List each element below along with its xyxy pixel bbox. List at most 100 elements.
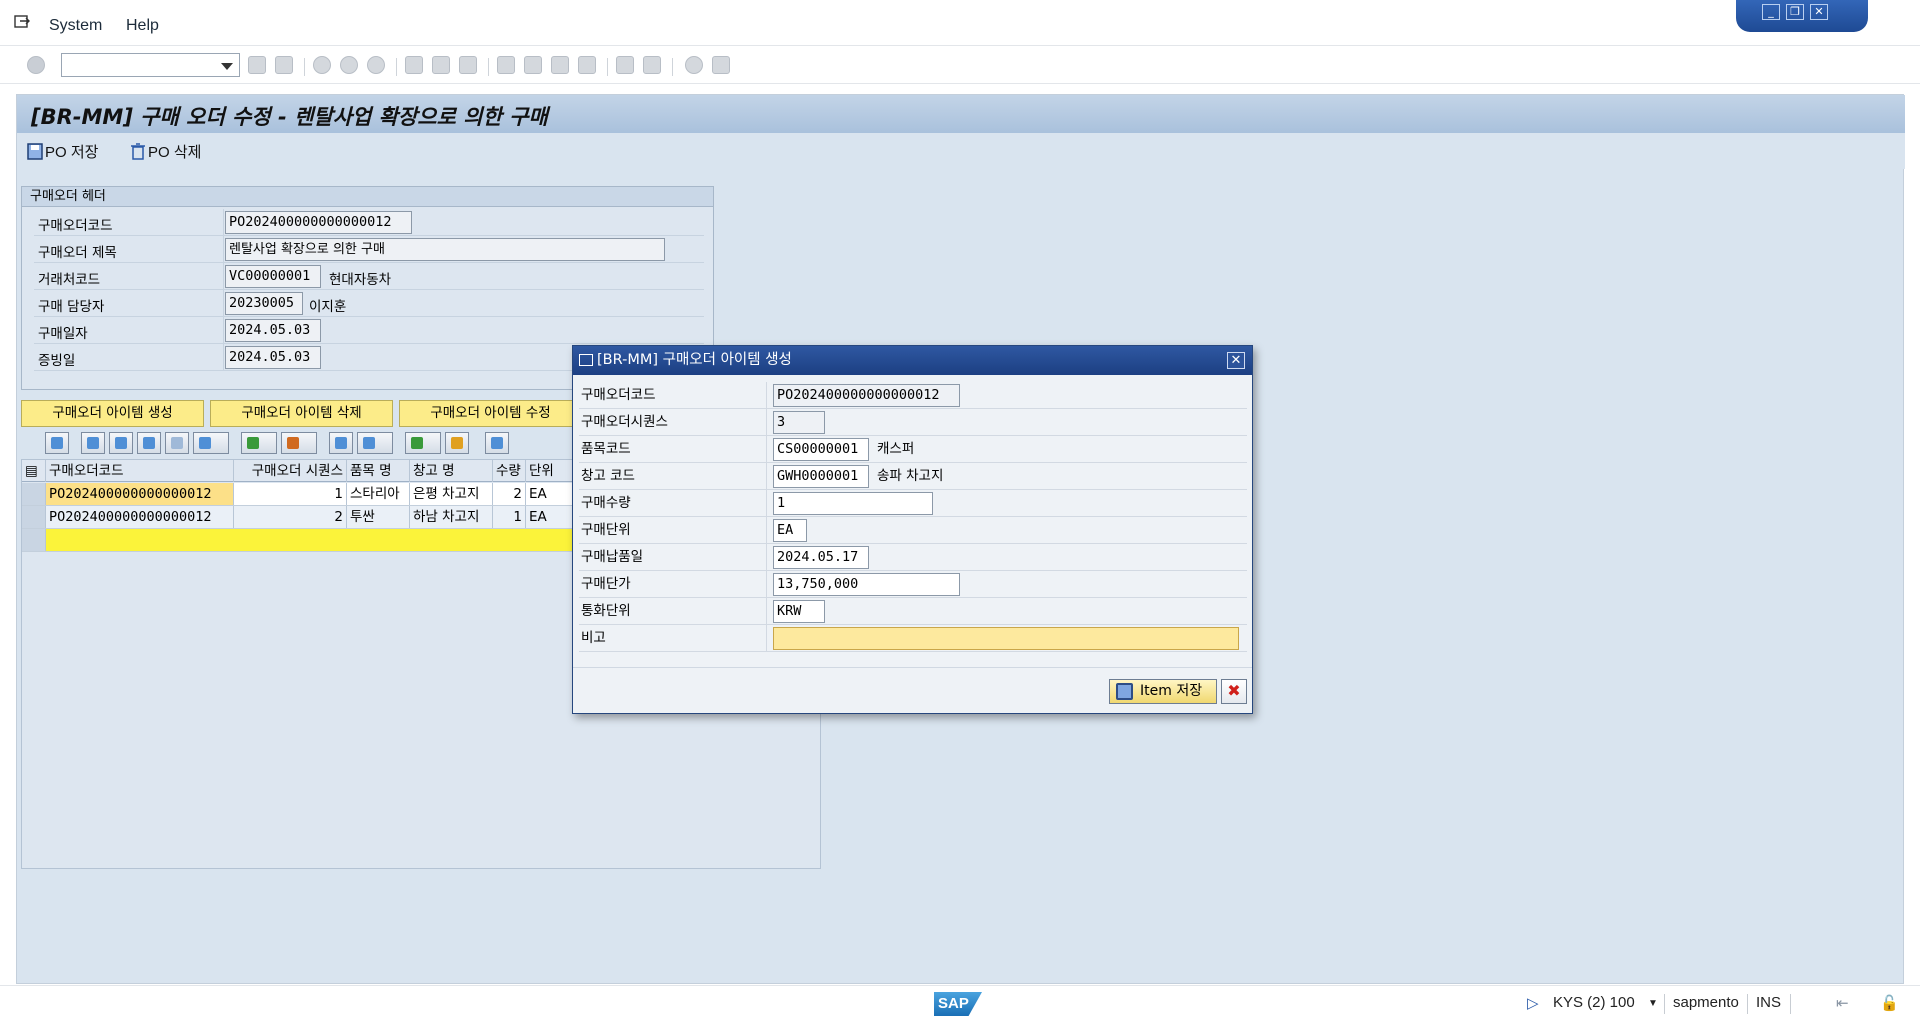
minimize-button[interactable]: _ bbox=[1762, 4, 1780, 20]
restore-button[interactable]: ❐ bbox=[1786, 4, 1804, 20]
po-delete-button[interactable]: PO 삭제 bbox=[130, 141, 201, 162]
info-icon[interactable] bbox=[485, 432, 509, 454]
currency-input[interactable]: KRW bbox=[773, 600, 825, 623]
last-page-icon[interactable] bbox=[578, 56, 598, 76]
back-icon[interactable] bbox=[248, 56, 268, 76]
grid-col-header[interactable]: 수량 bbox=[493, 460, 526, 482]
layout-icon[interactable] bbox=[712, 56, 732, 76]
grid-empty-row[interactable] bbox=[46, 529, 582, 551]
quantity-input[interactable]: 1 bbox=[773, 492, 933, 515]
print-icon[interactable] bbox=[405, 56, 425, 76]
create-item-button[interactable]: 구매오더 아이템 생성 bbox=[21, 400, 204, 427]
chevron-down-icon[interactable]: ▼ bbox=[1648, 998, 1658, 1009]
sum-icon[interactable] bbox=[241, 432, 277, 454]
field-row: 구매오더 제목 렌탈사업 확장으로 의한 구매 bbox=[34, 236, 704, 263]
grid-cell[interactable]: 2 bbox=[493, 483, 526, 505]
first-page-icon[interactable] bbox=[497, 56, 517, 76]
back-nav-icon[interactable] bbox=[313, 56, 333, 76]
details-icon[interactable] bbox=[45, 432, 69, 454]
enter-check-icon[interactable] bbox=[27, 56, 47, 76]
grid-cell[interactable]: 투싼 bbox=[347, 506, 410, 528]
doc-date-field[interactable]: 2024.05.03 bbox=[225, 346, 321, 369]
grid-col-header[interactable]: 품목 명 bbox=[347, 460, 410, 482]
grid-col-header[interactable]: 구매오더 시퀀스 bbox=[234, 460, 347, 482]
dialog-body: 구매오더코드 PO202400000000000012 구매오더시퀀스 3 품목… bbox=[579, 382, 1247, 660]
remarks-input[interactable] bbox=[773, 627, 1239, 650]
close-window-button[interactable]: ✕ bbox=[1810, 4, 1828, 20]
po-code-input[interactable]: PO202400000000000012 bbox=[773, 384, 960, 407]
po-title-field[interactable]: 렌탈사업 확장으로 의한 구매 bbox=[225, 238, 665, 261]
print-preview-icon[interactable] bbox=[329, 432, 353, 454]
cancel-icon[interactable] bbox=[367, 56, 387, 76]
lock-icon[interactable]: 🔓 bbox=[1880, 994, 1899, 1012]
insert-mode[interactable]: INS bbox=[1756, 994, 1781, 1011]
session-info[interactable]: KYS (2) 100 bbox=[1553, 994, 1635, 1011]
po-date-field[interactable]: 2024.05.03 bbox=[225, 319, 321, 342]
dialog-field-label: 창고 코드 bbox=[579, 463, 767, 489]
po-save-button[interactable]: PO 저장 bbox=[27, 141, 98, 162]
table-row[interactable]: PO202400000000000012 2 투싼 하남 차고지 1 EA bbox=[22, 506, 582, 529]
grid-cell[interactable]: PO202400000000000012 bbox=[46, 506, 234, 528]
grid-cell[interactable]: 스타리아 bbox=[347, 483, 410, 505]
layout-icon[interactable]: ⇤ bbox=[1836, 994, 1849, 1012]
chevron-down-icon[interactable] bbox=[221, 63, 233, 70]
grid-cell[interactable]: 2 bbox=[234, 506, 347, 528]
unit-price-input[interactable]: 13,750,000 bbox=[773, 573, 960, 596]
delivery-date-input[interactable]: 2024.05.17 bbox=[773, 546, 869, 569]
delete-item-button[interactable]: 구매오더 아이템 삭제 bbox=[210, 400, 393, 427]
grid-col-header[interactable]: 구매오더코드 bbox=[46, 460, 234, 482]
app-menu-icon[interactable] bbox=[14, 14, 32, 30]
find-icon[interactable] bbox=[432, 56, 452, 76]
sort-desc-icon[interactable] bbox=[109, 432, 133, 454]
item-save-button[interactable]: Item 저장 bbox=[1109, 679, 1217, 704]
shortcut-icon[interactable] bbox=[643, 56, 663, 76]
grid-col-header[interactable]: 창고 명 bbox=[410, 460, 493, 482]
help-icon[interactable] bbox=[685, 56, 705, 76]
save-icon[interactable] bbox=[275, 56, 295, 76]
select-all-icon[interactable]: ▤ bbox=[22, 460, 46, 482]
grid-cell[interactable]: 1 bbox=[234, 483, 347, 505]
views-icon[interactable] bbox=[357, 432, 393, 454]
unit-input[interactable]: EA bbox=[773, 519, 807, 542]
dialog-close-button[interactable]: ✕ bbox=[1227, 352, 1245, 369]
table-row[interactable] bbox=[22, 529, 582, 552]
new-session-icon[interactable] bbox=[616, 56, 636, 76]
po-sequence-input[interactable]: 3 bbox=[773, 411, 825, 434]
dialog-field-label: 품목코드 bbox=[579, 436, 767, 462]
dialog-cancel-button[interactable]: ✖ bbox=[1221, 679, 1247, 704]
grid-cell[interactable]: 하남 차고지 bbox=[410, 506, 493, 528]
exit-icon[interactable] bbox=[340, 56, 360, 76]
menu-help[interactable]: Help bbox=[126, 17, 159, 35]
export-icon[interactable] bbox=[405, 432, 441, 454]
find-icon[interactable] bbox=[137, 432, 161, 454]
modify-item-button[interactable]: 구매오더 아이템 수정 bbox=[399, 400, 582, 427]
filter-icon[interactable] bbox=[193, 432, 229, 454]
command-field[interactable] bbox=[61, 53, 240, 77]
po-code-field[interactable]: PO202400000000000012 bbox=[225, 211, 412, 234]
warehouse-code-input[interactable]: GWH0000001 bbox=[773, 465, 869, 488]
material-code-input[interactable]: CS00000001 bbox=[773, 438, 869, 461]
prev-page-icon[interactable] bbox=[524, 56, 544, 76]
dialog-field-label: 구매오더코드 bbox=[579, 382, 767, 408]
grid-cell[interactable]: PO202400000000000012 bbox=[46, 483, 234, 505]
find-next-icon[interactable] bbox=[459, 56, 479, 76]
dialog-field-label: 구매오더시퀀스 bbox=[579, 409, 767, 435]
play-icon[interactable]: ▷ bbox=[1527, 994, 1539, 1012]
field-row: 구매오더코드 PO202400000000000012 bbox=[34, 209, 704, 236]
grid-cell[interactable]: 1 bbox=[493, 506, 526, 528]
material-name: 캐스퍼 bbox=[877, 441, 915, 457]
field-label: 구매오더 제목 bbox=[38, 245, 117, 261]
layout-icon[interactable] bbox=[445, 432, 469, 454]
find-next-icon[interactable] bbox=[165, 432, 189, 454]
menu-system[interactable]: System bbox=[49, 17, 102, 35]
sort-asc-icon[interactable] bbox=[81, 432, 105, 454]
buyer-code-field[interactable]: 20230005 bbox=[225, 292, 303, 315]
status-bar: SAP ▷ KYS (2) 100 ▼ sapmento INS ⇤ 🔓 bbox=[0, 985, 1920, 1029]
subtotal-icon[interactable] bbox=[281, 432, 317, 454]
vendor-code-field[interactable]: VC00000001 bbox=[225, 265, 321, 288]
app-toolbar: PO 저장 PO 삭제 bbox=[17, 133, 1905, 169]
grid-cell[interactable]: 은평 차고지 bbox=[410, 483, 493, 505]
next-page-icon[interactable] bbox=[551, 56, 571, 76]
table-row[interactable]: PO202400000000000012 1 스타리아 은평 차고지 2 EA bbox=[22, 483, 582, 506]
dialog-title: [BR-MM] 구매오더 아이템 생성 bbox=[597, 352, 792, 368]
